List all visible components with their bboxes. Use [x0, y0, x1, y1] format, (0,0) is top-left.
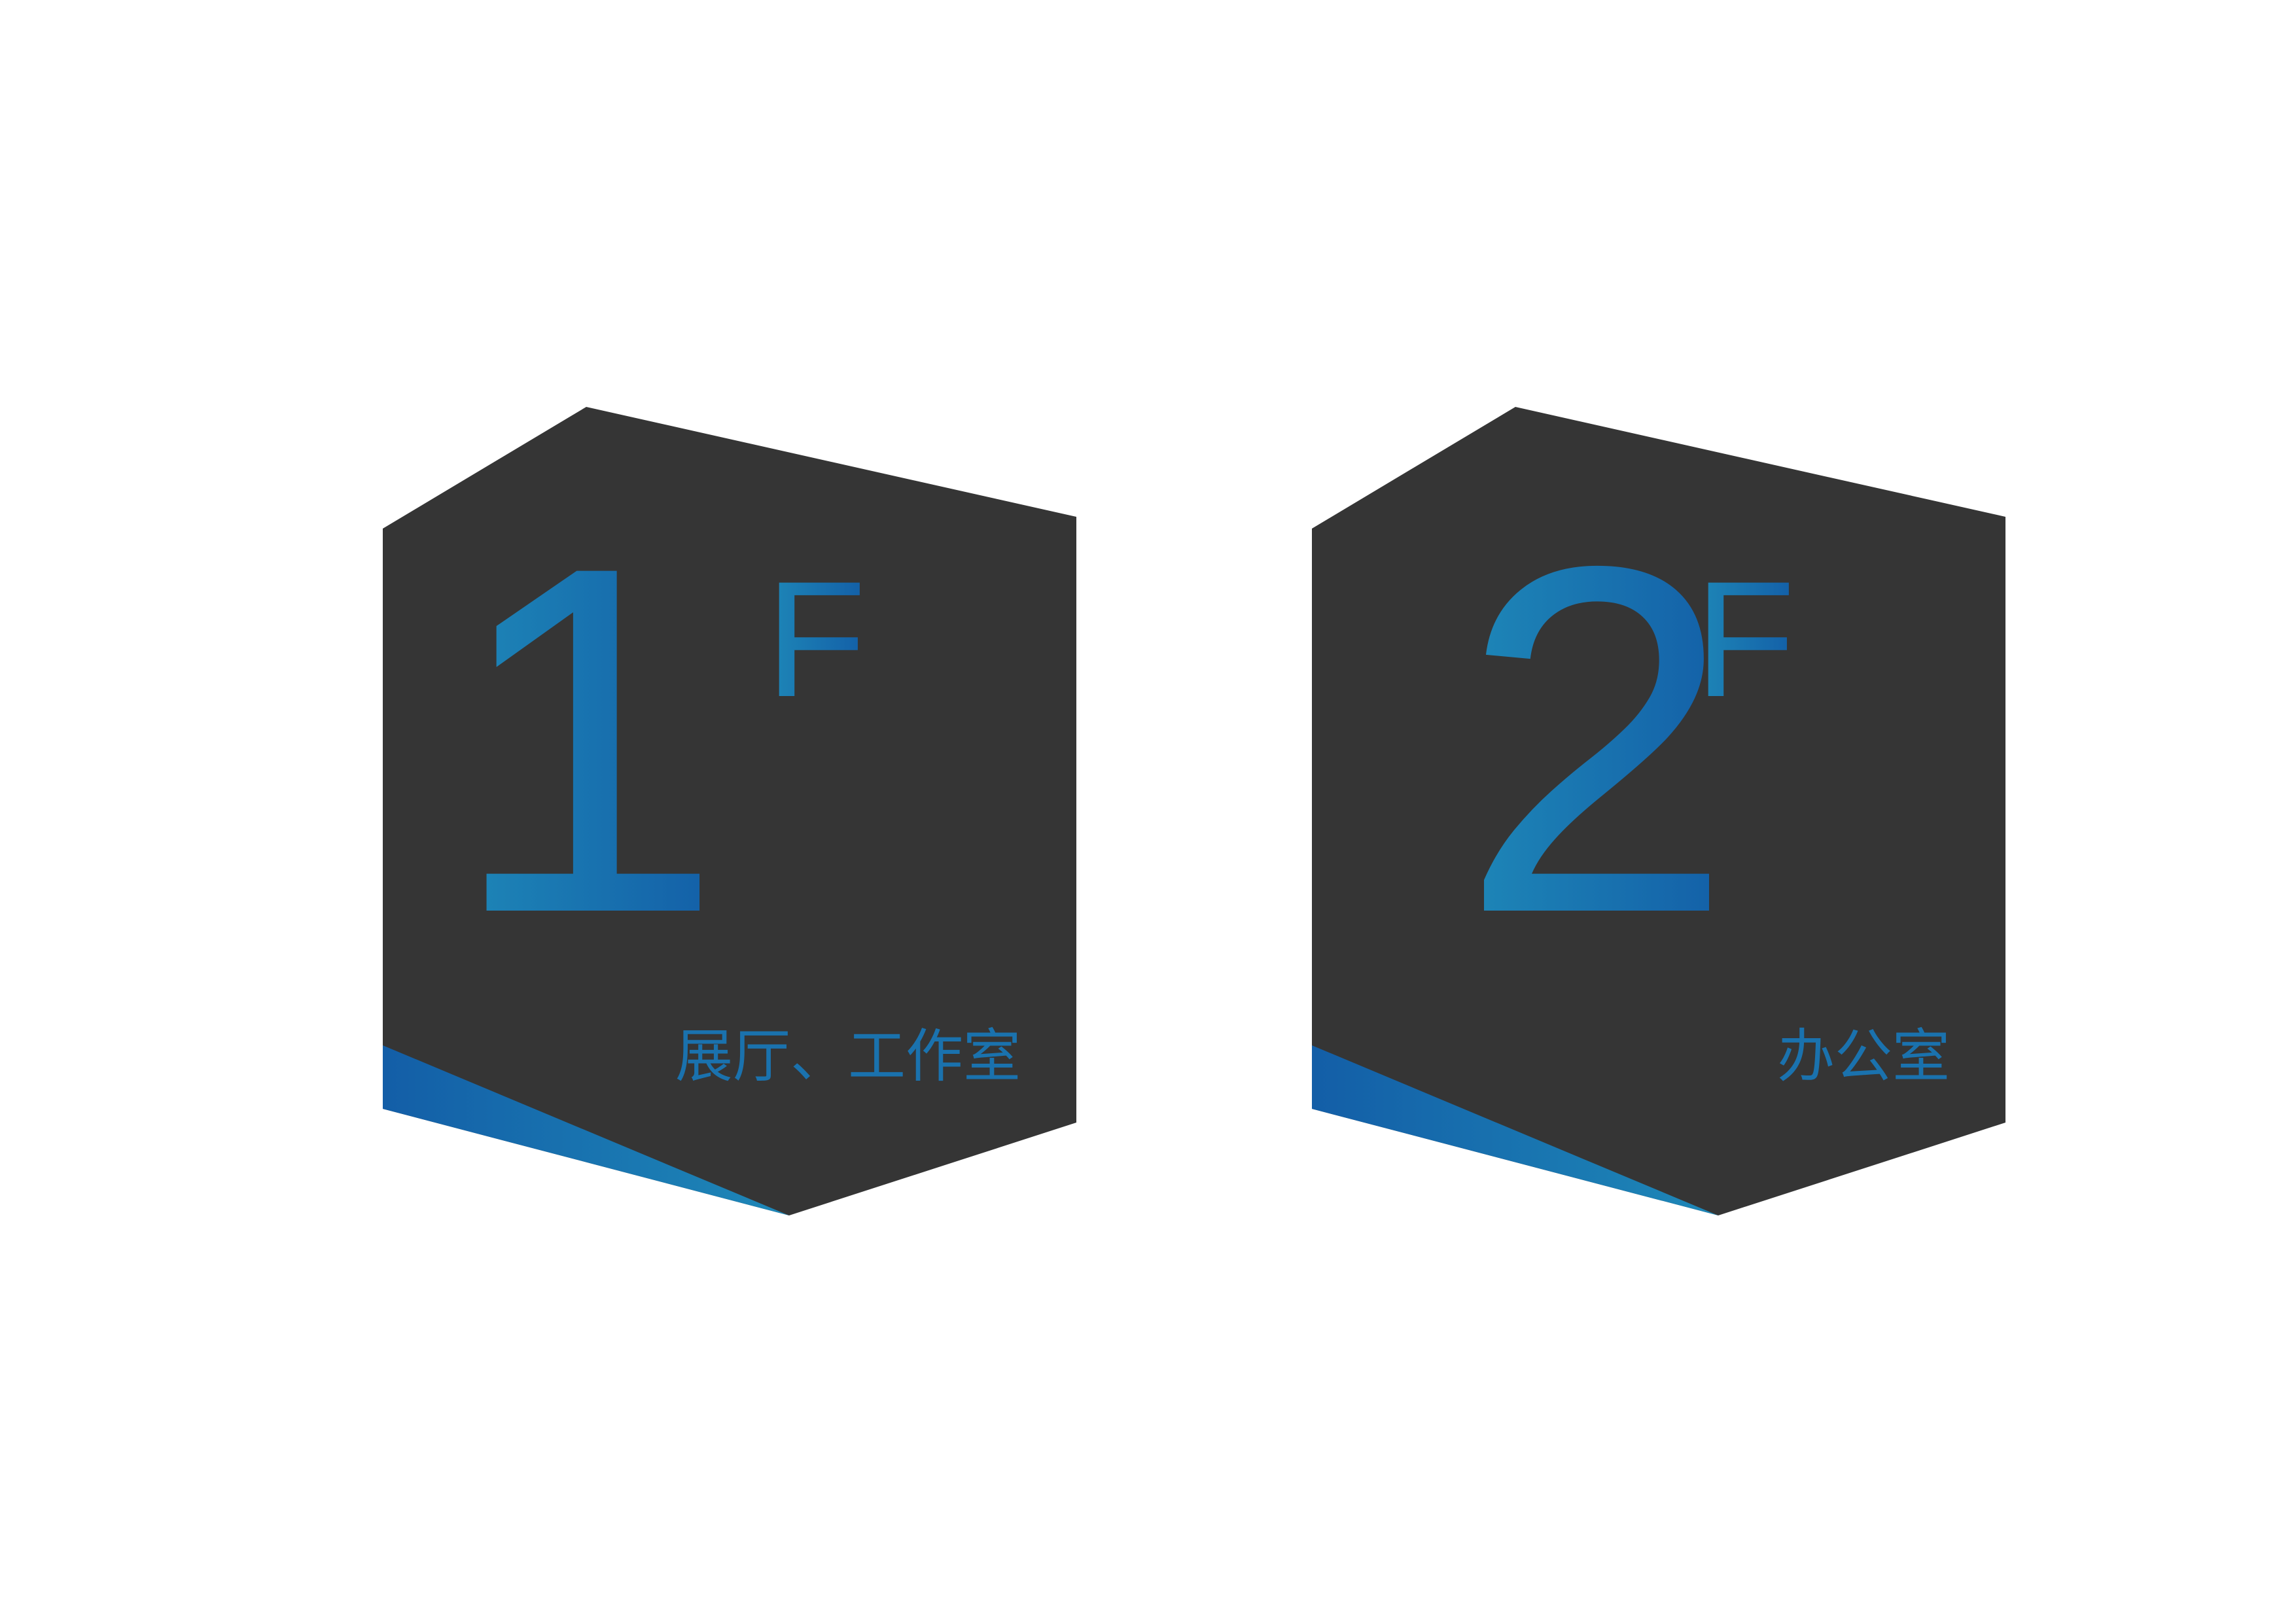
floor-unit: F [1695, 548, 1795, 731]
floor-sign-1-graphic: 1 F 展厅、工作室 [383, 407, 1076, 1215]
floor-number: 2 [1459, 464, 1734, 1015]
floor-sign-2-graphic: 2 F 办公室 [1312, 407, 2005, 1215]
floor-number: 1 [449, 464, 724, 1015]
floor-sign-1: 1 F 展厅、工作室 [275, 0, 1076, 1623]
floor-unit: F [766, 548, 866, 731]
floor-label: 展厅、工作室 [675, 1022, 1021, 1090]
floor-sign-2: 2 F 办公室 [1204, 0, 2005, 1623]
floor-label: 办公室 [1777, 1022, 1950, 1090]
